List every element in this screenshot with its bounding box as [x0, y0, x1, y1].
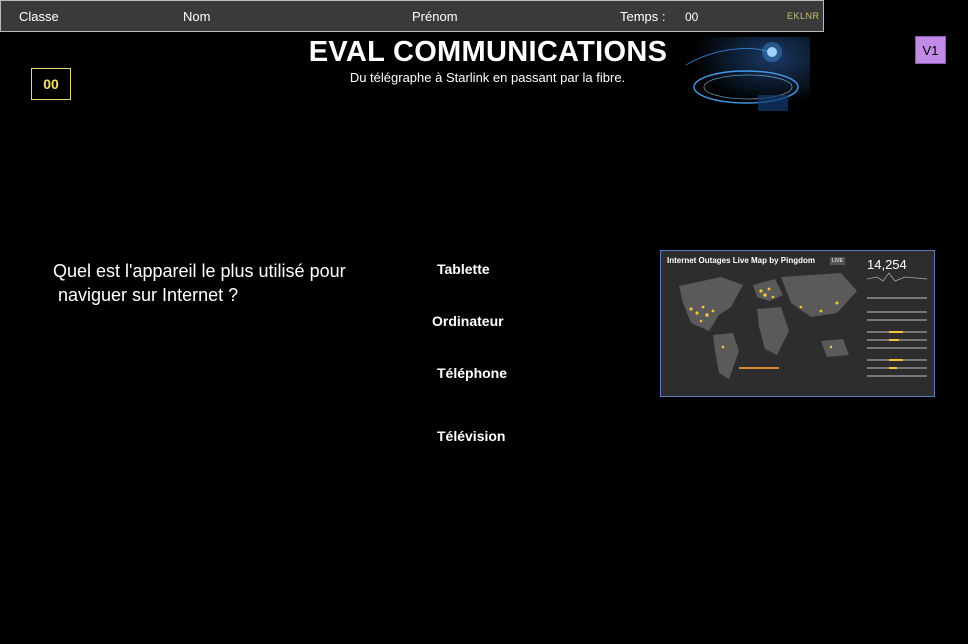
version-badge: V1 [915, 36, 946, 64]
brand-logo: EKLNR [787, 11, 820, 21]
answer-ordinateur[interactable]: Ordinateur [432, 313, 504, 329]
answer-television[interactable]: Télévision [437, 428, 505, 444]
question-line-1: Quel est l'appareil le plus utilisé pour [53, 261, 346, 281]
prenom-label: Prénom [412, 9, 458, 24]
outages-map-image: Internet Outages Live Map by Pingdom LIV… [660, 250, 935, 397]
top-bar: Classe Nom Prénom Temps : 00 EKLNR [0, 0, 824, 32]
temps-label: Temps : [620, 9, 666, 24]
answer-tablette[interactable]: Tablette [437, 261, 490, 277]
temps-value: 00 [685, 10, 699, 24]
question-text: Quel est l'appareil le plus utilisé pour… [53, 259, 383, 307]
page-title: EVAL COMMUNICATIONS [308, 36, 668, 68]
question-line-2: naviguer sur Internet ? [58, 285, 239, 305]
world-map-graphic [679, 272, 928, 379]
fiber-optic-image [676, 37, 810, 117]
score-counter: 00 [31, 68, 71, 100]
answer-telephone[interactable]: Téléphone [437, 365, 507, 381]
page-subtitle: Du télégraphe à Starlink en passant par … [349, 70, 626, 85]
nom-label: Nom [183, 9, 211, 24]
classe-label: Classe [19, 9, 59, 24]
